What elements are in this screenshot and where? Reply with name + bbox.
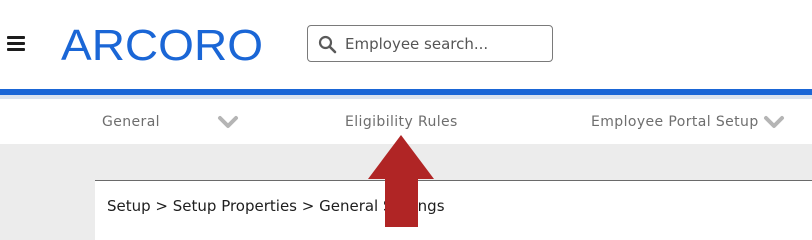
- chevron-down-icon: [763, 115, 784, 128]
- svg-text:ARCORO: ARCORO: [61, 24, 263, 66]
- nav-item-label: Eligibility Rules: [345, 113, 458, 130]
- nav-item-label: General: [102, 113, 160, 130]
- up-arrow-icon: [368, 135, 434, 227]
- general-dropdown-toggle[interactable]: [217, 99, 239, 144]
- nav-item-label: Employee Portal Setup: [591, 113, 759, 130]
- settings-content-panel: Setup > Setup Properties > General Setti…: [95, 180, 812, 240]
- top-header: ARCORO: [0, 0, 812, 89]
- hamburger-menu-icon[interactable]: [7, 36, 25, 51]
- employee-search-box[interactable]: [307, 25, 553, 62]
- chevron-down-icon: [218, 115, 238, 128]
- search-icon: [318, 35, 337, 54]
- arcoro-logo[interactable]: ARCORO: [61, 24, 266, 66]
- nav-item-employee-portal-setup[interactable]: Employee Portal Setup: [591, 99, 785, 144]
- nav-item-general[interactable]: General: [102, 99, 160, 144]
- employee-search-input[interactable]: [345, 31, 545, 57]
